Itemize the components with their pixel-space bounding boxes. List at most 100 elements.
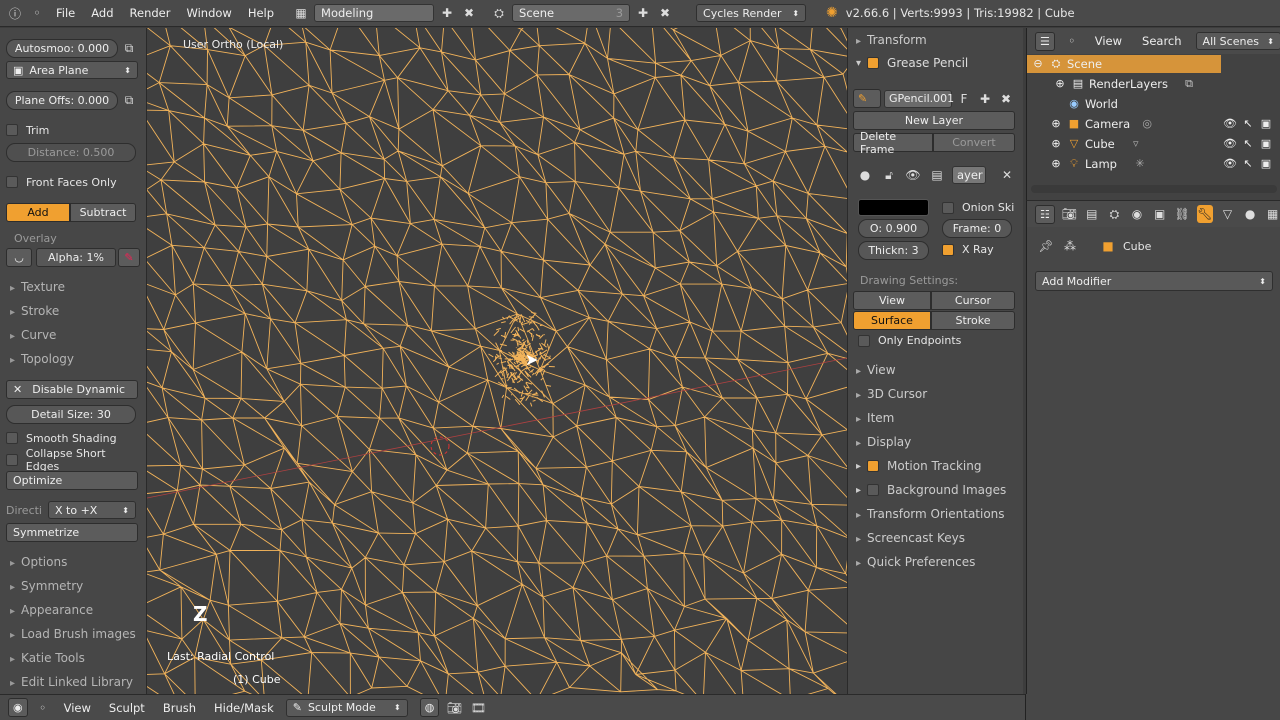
delete-frame-button[interactable]: Delete Frame xyxy=(853,130,933,156)
display-panel-header[interactable]: Display xyxy=(856,435,911,449)
motion-tracking-checkbox[interactable] xyxy=(867,460,880,472)
quick-preferences-panel-header[interactable]: Quick Preferences xyxy=(856,555,975,569)
render-camera-icon[interactable]: ▣ xyxy=(1259,157,1273,171)
draw-stroke-button[interactable]: Stroke xyxy=(931,311,1015,330)
select-arrow-icon[interactable]: ↖ xyxy=(1241,117,1255,131)
outliner-search-menu[interactable]: Search xyxy=(1136,34,1188,48)
color-swatch[interactable] xyxy=(858,199,929,216)
outliner-row-renderlayers[interactable]: ⊕ ▤ RenderLayers ⧉ xyxy=(1053,75,1200,93)
collapse-menu-icon[interactable]: ◦ xyxy=(28,4,46,22)
outliner-row-world[interactable]: ◉ World xyxy=(1067,95,1118,113)
remove-scene-icon[interactable]: ✖ xyxy=(656,4,674,22)
menu-sculpt[interactable]: Sculpt xyxy=(103,701,151,715)
data-tab-icon[interactable]: ▽ xyxy=(1219,205,1236,223)
film-icon[interactable]: ▤ xyxy=(928,166,946,184)
add-button[interactable]: Add xyxy=(6,202,70,222)
menu-file[interactable]: File xyxy=(50,6,81,20)
eyedropper-icon[interactable]: ✎ xyxy=(118,247,140,267)
scene-tab-icon[interactable]: ⛭ xyxy=(1106,205,1123,223)
alpha-field[interactable]: Alpha: 1% xyxy=(36,247,116,267)
scene-field[interactable]: Scene 3 xyxy=(512,4,631,22)
collapse-edges-checkbox[interactable] xyxy=(6,454,18,466)
expand-icon[interactable]: ⊕ xyxy=(1049,137,1063,151)
view-panel-header[interactable]: View xyxy=(856,363,895,377)
visibility-eye-icon[interactable]: 👁︎ xyxy=(1223,117,1237,131)
curve-panel-header[interactable]: Curve xyxy=(10,328,56,342)
options-panel-header[interactable]: Options xyxy=(10,555,67,569)
remove-layer-icon[interactable]: ✕ xyxy=(998,166,1016,184)
editor-type-icon[interactable]: ◉ xyxy=(8,698,28,717)
overlay-toggle-icon[interactable]: ◡ xyxy=(6,247,32,267)
appearance-panel-header[interactable]: Appearance xyxy=(10,603,93,617)
transform-panel-header[interactable]: Transform xyxy=(856,33,927,47)
menu-view[interactable]: View xyxy=(58,701,97,715)
direction-select[interactable]: X to +X ⬍ xyxy=(48,501,136,519)
display-mode-select[interactable]: All Scenes ⬍ xyxy=(1195,32,1280,50)
draw-cursor-button[interactable]: Cursor xyxy=(931,291,1015,310)
outliner-row-cube[interactable]: ⊕ ▽ Cube ▿ 👁︎ ↖ ▣ xyxy=(1049,135,1277,153)
collapse-menu-icon[interactable]: ◦ xyxy=(1063,32,1081,50)
layer-name-field[interactable]: ayer xyxy=(952,166,986,184)
3d-cursor-panel-header[interactable]: 3D Cursor xyxy=(856,387,927,401)
onion-skin-checkbox[interactable] xyxy=(942,201,954,214)
pressure-icon[interactable]: ⧉ xyxy=(120,39,138,57)
material-tab-icon[interactable]: ● xyxy=(1242,205,1259,223)
layers-tab-icon[interactable]: ▤ xyxy=(1083,205,1100,223)
pencil-icon[interactable]: ✎ xyxy=(853,89,881,108)
render-camera-icon[interactable]: ▣ xyxy=(1259,117,1273,131)
add-layout-icon[interactable]: ✚ xyxy=(438,4,456,22)
gpencil-name-field[interactable]: GPencil.001 xyxy=(884,89,954,108)
select-arrow-icon[interactable]: ↖ xyxy=(1241,137,1255,151)
eye-icon[interactable]: 👁︎ xyxy=(904,166,922,184)
menu-help[interactable]: Help xyxy=(242,6,280,20)
menu-window[interactable]: Window xyxy=(180,6,237,20)
scene-icon[interactable]: ⛭ xyxy=(490,4,508,22)
topology-panel-header[interactable]: Topology xyxy=(10,352,74,366)
xray-checkbox[interactable] xyxy=(942,243,954,256)
convert-button[interactable]: Convert xyxy=(933,133,1015,152)
render-animation-icon[interactable]: 🎞︎ xyxy=(469,699,487,717)
pressure-icon[interactable]: ⧉ xyxy=(120,91,138,109)
outliner-view-menu[interactable]: View xyxy=(1089,34,1128,48)
expand-icon[interactable]: ⊕ xyxy=(1053,77,1067,91)
background-images-checkbox[interactable] xyxy=(867,484,880,496)
new-layer-button[interactable]: New Layer xyxy=(853,111,1015,130)
visibility-eye-icon[interactable]: 👁︎ xyxy=(1223,137,1237,151)
render-tab-icon[interactable]: 📷︎ xyxy=(1061,205,1078,223)
collapse-icon[interactable]: ⊖ xyxy=(1031,57,1045,71)
screen-layout-icon[interactable]: ▦ xyxy=(292,4,310,22)
disable-dynamic-button[interactable]: ✕ Disable Dynamic xyxy=(6,379,138,399)
katie-tools-panel-header[interactable]: Katie Tools xyxy=(10,651,85,665)
opacity-field[interactable]: O: 0.900 xyxy=(858,219,929,238)
detail-size-field[interactable]: Detail Size: 30 xyxy=(6,404,136,424)
frame-field[interactable]: Frame: 0 xyxy=(942,219,1012,238)
grease-pencil-checkbox[interactable] xyxy=(867,57,880,69)
autosmooth-field[interactable]: Autosmoo: 0.000 xyxy=(6,38,118,58)
collapse-menu-icon[interactable]: ◦ xyxy=(34,699,52,717)
remove-gpencil-icon[interactable]: ✖ xyxy=(997,90,1015,108)
render-image-icon[interactable]: 📷︎ xyxy=(445,699,463,717)
add-gpencil-icon[interactable]: ✚ xyxy=(976,90,994,108)
smooth-shading-checkbox[interactable] xyxy=(6,432,18,444)
add-scene-icon[interactable]: ✚ xyxy=(634,4,652,22)
modifiers-tab-icon[interactable]: 🔧︎ xyxy=(1196,205,1214,223)
visibility-eye-icon[interactable]: 👁︎ xyxy=(1223,157,1237,171)
active-dot-icon[interactable]: ● xyxy=(856,166,874,184)
load-brush-panel-header[interactable]: Load Brush images xyxy=(10,627,136,641)
select-arrow-icon[interactable]: ↖ xyxy=(1241,157,1255,171)
optimize-button[interactable]: Optimize xyxy=(6,470,138,490)
front-faces-checkbox[interactable] xyxy=(6,176,18,188)
symmetry-panel-header[interactable]: Symmetry xyxy=(10,579,83,593)
mode-select[interactable]: ✎ Sculpt Mode ⬍ xyxy=(285,698,408,717)
plane-offset-field[interactable]: Plane Offs: 0.000 xyxy=(6,90,118,110)
constraints-tab-icon[interactable]: ⛓ xyxy=(1174,205,1191,223)
render-camera-icon[interactable]: ▣ xyxy=(1259,137,1273,151)
outliner-row-lamp[interactable]: ⊕ 💡︎ Lamp ✳ 👁︎ ↖ ▣ xyxy=(1049,155,1277,173)
add-modifier-select[interactable]: Add Modifier ⬍ xyxy=(1035,271,1273,291)
grease-pencil-panel-header[interactable]: ▾ Grease Pencil xyxy=(856,56,968,70)
menu-brush[interactable]: Brush xyxy=(157,701,202,715)
subtract-button[interactable]: Subtract xyxy=(70,202,136,222)
menu-hide-mask[interactable]: Hide/Mask xyxy=(208,701,280,715)
distance-field[interactable]: Distance: 0.500 xyxy=(6,142,136,162)
background-images-panel-header[interactable]: ▸ Background Images xyxy=(856,483,1006,497)
